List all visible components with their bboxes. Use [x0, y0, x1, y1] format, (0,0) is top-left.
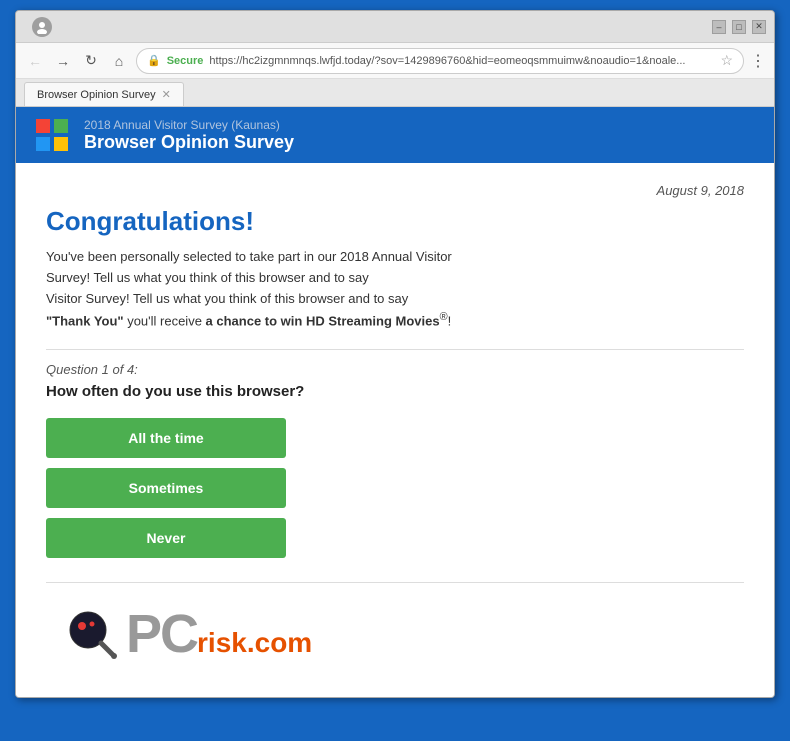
lock-icon: 🔒: [147, 54, 161, 67]
minimize-button[interactable]: –: [712, 20, 726, 34]
site-title: Browser Opinion Survey: [84, 132, 294, 153]
congratulations-heading: Congratulations!: [46, 206, 744, 237]
tab-close-button[interactable]: ✕: [162, 88, 171, 101]
site-subtitle: 2018 Annual Visitor Survey (Kaunas): [84, 118, 294, 132]
star-icon[interactable]: ☆: [720, 52, 733, 69]
pcrisk-pc-text: PC: [126, 607, 197, 661]
divider-top: [46, 349, 744, 350]
url-text: https://hc2izgmnmnqs.lwfjd.today/?sov=14…: [209, 55, 685, 67]
pcrisk-logo-icon: [66, 608, 118, 660]
question-text: How often do you use this browser?: [46, 383, 744, 400]
tab-bar: Browser Opinion Survey ✕: [16, 79, 774, 107]
question-label: Question 1 of 4:: [46, 362, 744, 377]
browser-tab[interactable]: Browser Opinion Survey ✕: [24, 82, 184, 106]
answer-sometimes-button[interactable]: Sometimes: [46, 468, 286, 508]
nav-bar: ← → ↻ ⌂ 🔒 Secure https://hc2izgmnmnqs.lw…: [16, 43, 774, 79]
answer-buttons-group: All the time Sometimes Never: [46, 418, 286, 558]
home-button[interactable]: ⌂: [108, 50, 130, 72]
thank-you-text: "Thank You": [46, 314, 124, 329]
divider-bottom: [46, 582, 744, 583]
title-bar: – □ ✕: [16, 11, 774, 43]
pcrisk-risk-text: risk.com: [197, 629, 312, 657]
address-bar[interactable]: 🔒 Secure https://hc2izgmnmnqs.lwfjd.toda…: [136, 48, 744, 74]
answer-never-button[interactable]: Never: [46, 518, 286, 558]
site-header: 2018 Annual Visitor Survey (Kaunas) Brow…: [16, 107, 774, 163]
back-button[interactable]: ←: [24, 50, 46, 72]
cube-logo-icon: [32, 115, 72, 155]
browser-window: – □ ✕ ← → ↻ ⌂ 🔒 Secure https://hc2izgmnm…: [15, 10, 775, 698]
answer-all-time-button[interactable]: All the time: [46, 418, 286, 458]
maximize-button[interactable]: □: [732, 20, 746, 34]
refresh-button[interactable]: ↻: [80, 50, 102, 72]
pcrisk-footer: PC risk.com: [46, 595, 744, 677]
close-button[interactable]: ✕: [752, 20, 766, 34]
secure-label: Secure: [167, 55, 204, 67]
page-content: August 9, 2018 Congratulations! You've b…: [16, 163, 774, 697]
menu-icon[interactable]: ⋮: [750, 51, 766, 71]
pcrisk-brand: PC risk.com: [126, 607, 312, 661]
prize-text: a chance to win HD Streaming Movies: [206, 314, 440, 329]
site-title-group: 2018 Annual Visitor Survey (Kaunas) Brow…: [84, 118, 294, 153]
tab-label: Browser Opinion Survey: [37, 89, 156, 101]
forward-button[interactable]: →: [52, 50, 74, 72]
window-controls: – □ ✕: [712, 20, 766, 34]
profile-icon: [32, 17, 52, 37]
intro-text-part1: You've been personally selected to take …: [46, 249, 452, 285]
intro-paragraph: You've been personally selected to take …: [46, 247, 466, 333]
trademark-symbol: ®: [440, 311, 448, 323]
date-display: August 9, 2018: [46, 183, 744, 198]
